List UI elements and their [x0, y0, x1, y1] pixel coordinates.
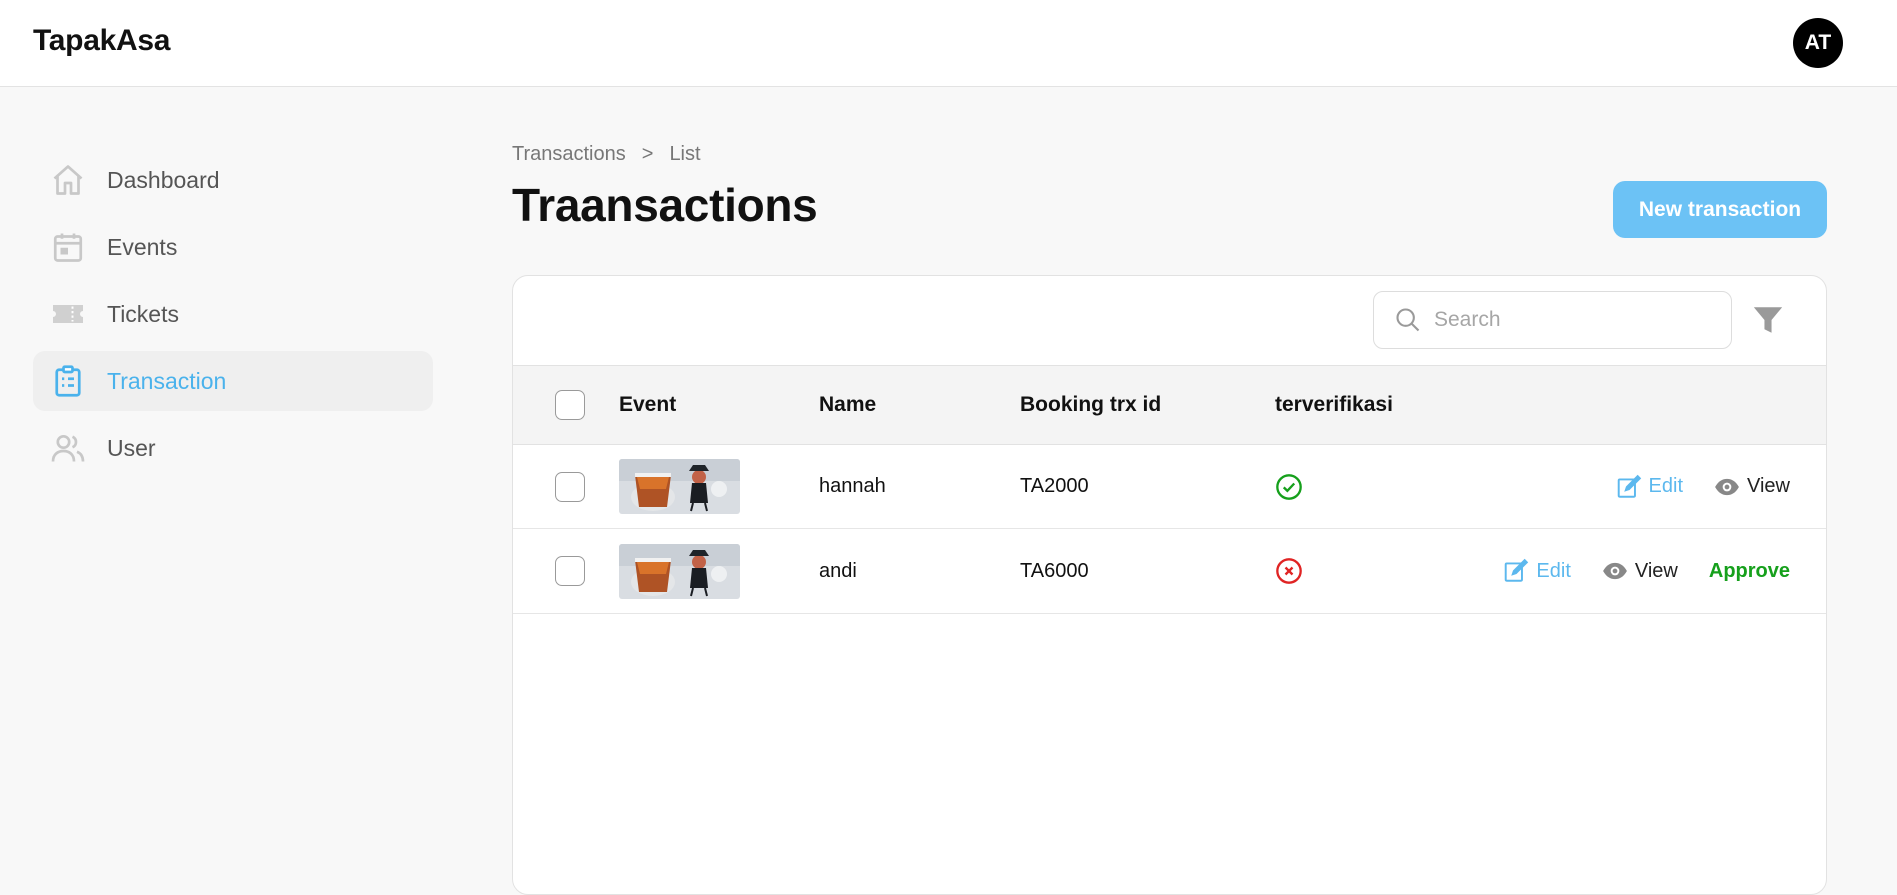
eye-icon	[1602, 562, 1627, 580]
home-icon	[53, 165, 83, 195]
sidebar-item-label: Tickets	[107, 300, 179, 327]
edit-button[interactable]: Edit	[1503, 558, 1571, 584]
page-title: Traansactions	[512, 179, 818, 231]
users-icon	[51, 434, 85, 462]
sidebar-item-user[interactable]: User	[33, 418, 433, 478]
column-header-terverifikasi[interactable]: terverifikasi	[1275, 366, 1393, 444]
approve-button[interactable]: Approve	[1709, 560, 1790, 583]
event-thumbnail	[619, 543, 740, 599]
row-checkbox[interactable]	[555, 556, 585, 586]
table-header: Event Name Booking trx id terverifikasi	[513, 366, 1826, 445]
top-bar: TapakAsa AT	[0, 0, 1897, 87]
search-input[interactable]	[1434, 308, 1714, 332]
edit-label: Edit	[1648, 475, 1683, 497]
column-header-event[interactable]: Event	[619, 366, 676, 444]
sidebar: Dashboard Events Tickets Transaction Use…	[33, 150, 433, 485]
select-all-checkbox[interactable]	[555, 390, 585, 420]
table-row[interactable]: hannah TA2000 Edit View	[513, 445, 1826, 529]
sidebar-item-label: Events	[107, 233, 178, 260]
breadcrumb-item-list: List	[669, 142, 701, 165]
table-row[interactable]: andi TA6000 Edit View Approve	[513, 529, 1826, 614]
breadcrumb-separator: >	[641, 142, 654, 165]
sidebar-item-transaction[interactable]: Transaction	[33, 351, 433, 411]
eye-icon	[1715, 478, 1739, 495]
row-actions: Edit View Approve	[1503, 529, 1790, 613]
row-actions: Edit View	[1616, 445, 1790, 528]
edit-icon	[1617, 474, 1641, 498]
row-booking-trx-id: TA2000	[1020, 475, 1089, 497]
sidebar-item-dashboard[interactable]: Dashboard	[33, 150, 433, 210]
not-verified-x-icon	[1276, 558, 1302, 584]
sidebar-item-tickets[interactable]: Tickets	[33, 284, 433, 344]
breadcrumb-item-transactions[interactable]: Transactions	[512, 143, 626, 166]
user-avatar[interactable]: AT	[1793, 18, 1843, 68]
row-name: hannah	[819, 475, 886, 497]
clipboard-list-icon	[55, 365, 81, 397]
search-box[interactable]	[1373, 291, 1732, 349]
edit-button[interactable]: Edit	[1616, 474, 1683, 500]
view-button[interactable]: View	[1602, 558, 1678, 584]
filter-icon[interactable]	[1751, 303, 1785, 337]
view-label: View	[1634, 559, 1678, 582]
edit-label: Edit	[1536, 559, 1571, 582]
view-label: View	[1747, 475, 1790, 497]
brand-logo[interactable]: TapakAsa	[33, 24, 170, 58]
search-icon	[1396, 308, 1420, 332]
edit-icon	[1505, 558, 1529, 582]
view-button[interactable]: View	[1714, 474, 1790, 500]
column-header-name[interactable]: Name	[819, 366, 876, 444]
row-booking-trx-id: TA6000	[1020, 559, 1089, 582]
table-toolbar	[513, 276, 1826, 366]
new-transaction-button[interactable]: New transaction	[1613, 181, 1827, 238]
sidebar-item-label: User	[107, 434, 156, 461]
verified-check-icon	[1276, 473, 1302, 500]
row-checkbox[interactable]	[555, 471, 585, 502]
sidebar-item-label: Dashboard	[107, 166, 220, 193]
transactions-table-card: Event Name Booking trx id terverifikasi	[512, 275, 1827, 895]
row-name: andi	[819, 559, 857, 582]
column-header-booking-trx-id[interactable]: Booking trx id	[1020, 366, 1161, 444]
calendar-icon	[53, 233, 83, 262]
breadcrumb: Transactions > List	[512, 140, 1827, 168]
event-thumbnail	[619, 459, 740, 514]
main-content: Transactions > List Traansactions New tr…	[512, 140, 1827, 895]
ticket-icon	[53, 305, 83, 323]
sidebar-item-label: Transaction	[107, 367, 227, 394]
sidebar-item-events[interactable]: Events	[33, 217, 433, 277]
